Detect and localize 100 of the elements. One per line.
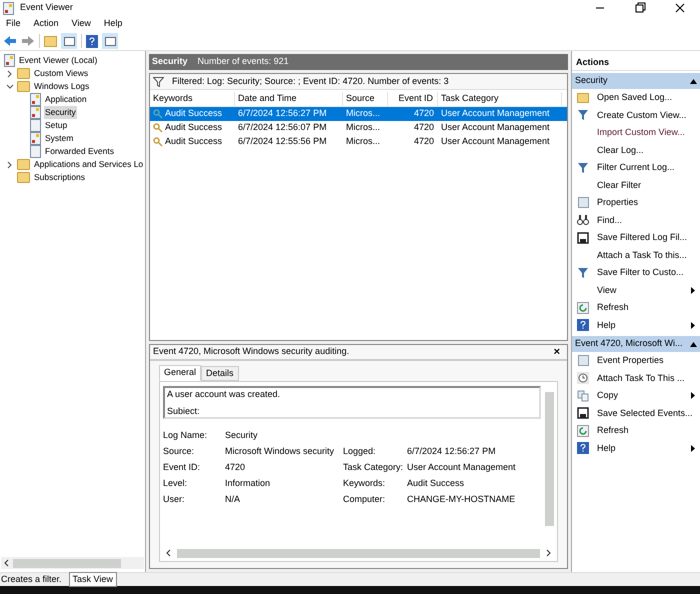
menu-item[interactable]: File bbox=[6, 17, 21, 31]
pane-command[interactable]: Filter Current Log... bbox=[572, 159, 700, 176]
submenu-arrow-icon bbox=[691, 286, 695, 294]
menu-item[interactable]: Action bbox=[34, 17, 59, 31]
pane-command[interactable]: Refresh bbox=[572, 422, 700, 440]
pane-command[interactable]: Properties bbox=[572, 194, 700, 212]
actions-title: Actions bbox=[572, 56, 700, 71]
tab[interactable]: General bbox=[159, 365, 202, 381]
pane-command[interactable]: Create Custom View... bbox=[572, 106, 700, 124]
filter-icon bbox=[577, 266, 589, 279]
collapse-icon[interactable] bbox=[6, 82, 14, 90]
log-icon bbox=[30, 132, 41, 145]
pane-command[interactable]: Save Filtered Log Fil... bbox=[572, 229, 700, 246]
table-cell-text: 4720 bbox=[412, 107, 435, 120]
section-title: Event 4720, Microsoft Wi... bbox=[575, 337, 683, 350]
tooltip: Task View bbox=[68, 572, 117, 588]
field-value: CHANGE-MY-HOSTNAME bbox=[407, 493, 516, 505]
filter-description: Filtered: Log: Security; Source: ; Event ID: 4720. Number of events: 3 bbox=[172, 74, 449, 88]
forward-icon[interactable] bbox=[21, 35, 35, 47]
pane-command[interactable]: Help bbox=[572, 316, 700, 334]
horizontal-scrollbar[interactable] bbox=[1, 557, 144, 569]
expand-icon[interactable] bbox=[6, 70, 14, 78]
tree-item[interactable]: Windows Logs bbox=[33, 80, 90, 93]
filter-icon bbox=[153, 76, 164, 86]
field-label: Logged: bbox=[343, 445, 377, 457]
vertical-scrollbar[interactable] bbox=[545, 392, 554, 526]
refresh-icon bbox=[577, 302, 589, 314]
expand-icon[interactable] bbox=[6, 160, 14, 168]
pane-command[interactable]: Copy bbox=[572, 387, 700, 404]
tree-item[interactable]: System bbox=[44, 132, 74, 145]
folder-icon bbox=[17, 68, 30, 79]
column-header[interactable]: Event ID bbox=[388, 92, 438, 106]
pane-command[interactable]: View bbox=[572, 282, 700, 299]
binoculars-icon bbox=[577, 214, 589, 226]
scroll-left-icon[interactable] bbox=[3, 559, 9, 567]
folder-icon bbox=[577, 92, 589, 103]
tree-item[interactable]: Custom Views bbox=[33, 67, 90, 80]
column-header[interactable]: Date and Time bbox=[235, 92, 343, 106]
tree-item[interactable]: Setup bbox=[44, 119, 68, 132]
menu-item[interactable]: View bbox=[72, 17, 91, 31]
tree-item[interactable]: Applications and Services Lo bbox=[33, 158, 144, 171]
back-icon[interactable] bbox=[3, 35, 17, 47]
pane-command[interactable]: Clear Filter bbox=[572, 176, 700, 194]
collapse-icon bbox=[690, 342, 697, 346]
table-cell-text: Micros... bbox=[345, 107, 382, 120]
tree-item[interactable]: Security bbox=[44, 106, 77, 119]
section-header[interactable]: Event 4720, Microsoft Wi... bbox=[572, 336, 700, 352]
pane-command[interactable]: Refresh bbox=[572, 299, 700, 316]
pane-command[interactable]: Find... bbox=[572, 212, 700, 229]
submenu-arrow-icon bbox=[691, 322, 695, 329]
tree-item[interactable]: Application bbox=[44, 93, 88, 106]
column-header[interactable]: Source bbox=[343, 92, 388, 106]
table-cell-text: Micros... bbox=[345, 135, 382, 148]
pane-command[interactable]: Save Filter to Custo... bbox=[572, 264, 700, 282]
scroll-left-icon[interactable] bbox=[165, 549, 171, 557]
field-value: Information bbox=[225, 477, 272, 489]
event-count: Number of events: 921 bbox=[198, 55, 289, 68]
section-title: Security bbox=[575, 74, 608, 88]
section-header[interactable]: Security bbox=[572, 73, 700, 89]
tab[interactable]: Details bbox=[201, 366, 239, 381]
pane-command[interactable]: Clear Log... bbox=[572, 142, 700, 159]
key-icon bbox=[153, 109, 163, 119]
tree-item[interactable]: Subscriptions bbox=[33, 171, 86, 184]
help-icon[interactable] bbox=[86, 34, 98, 48]
status-text: Creates a filter. bbox=[0, 572, 63, 586]
close-button[interactable]: × bbox=[550, 344, 564, 360]
event-row[interactable]: Audit Success 6/7/2024 12:56:07 PM Micros... 4720 User Account Management bbox=[150, 121, 567, 135]
pane-command[interactable]: Save Selected Events... bbox=[572, 404, 700, 422]
event-row[interactable]: Audit Success 6/7/2024 12:55:56 PM Micros... 4720 User Account Management bbox=[150, 135, 567, 149]
table-cell-text: User Account Management bbox=[440, 135, 551, 148]
tree-item[interactable]: Event Viewer (Local) bbox=[18, 54, 98, 67]
field-label: Level: bbox=[163, 477, 188, 489]
field-value: 4720 bbox=[225, 461, 246, 473]
submenu-arrow-icon bbox=[691, 444, 695, 452]
column-header[interactable]: Keywords bbox=[150, 92, 235, 106]
table-cell-text: 6/7/2024 12:56:27 PM bbox=[237, 107, 328, 120]
pane-command[interactable]: Import Custom View... bbox=[572, 124, 700, 142]
tree-item[interactable]: Forwarded Events bbox=[44, 145, 115, 158]
event-row[interactable]: Audit Success 6/7/2024 12:56:27 PM Micros... 4720 User Account Management bbox=[150, 107, 567, 121]
event-title: Event 4720, Microsoft Windows security auditing. bbox=[153, 345, 350, 358]
pane-command[interactable]: Attach Task To This ... bbox=[572, 370, 700, 387]
scroll-right-icon[interactable] bbox=[546, 549, 552, 557]
pane-command[interactable]: Open Saved Log... bbox=[572, 89, 700, 106]
table-cell-text: 6/7/2024 12:55:56 PM bbox=[237, 135, 328, 148]
column-header[interactable]: Task Category bbox=[438, 92, 562, 106]
key-icon bbox=[153, 137, 163, 147]
properties-icon bbox=[578, 355, 588, 366]
log-title: Security bbox=[152, 55, 188, 68]
show-pane-icon[interactable] bbox=[61, 33, 77, 49]
pane-command[interactable]: Attach a Task To this... bbox=[572, 246, 700, 264]
field-value: N/A bbox=[225, 493, 242, 505]
pane-command[interactable]: Event Properties bbox=[572, 352, 700, 370]
menu-item[interactable]: Help bbox=[104, 17, 122, 31]
save-icon bbox=[577, 407, 589, 420]
field-label: User: bbox=[163, 493, 186, 505]
pane-command[interactable]: Help bbox=[572, 440, 700, 457]
field-label: Log Name: bbox=[163, 429, 208, 441]
action-pane-icon[interactable] bbox=[102, 33, 118, 49]
folder-up-icon bbox=[44, 36, 57, 46]
log-icon bbox=[3, 2, 14, 14]
